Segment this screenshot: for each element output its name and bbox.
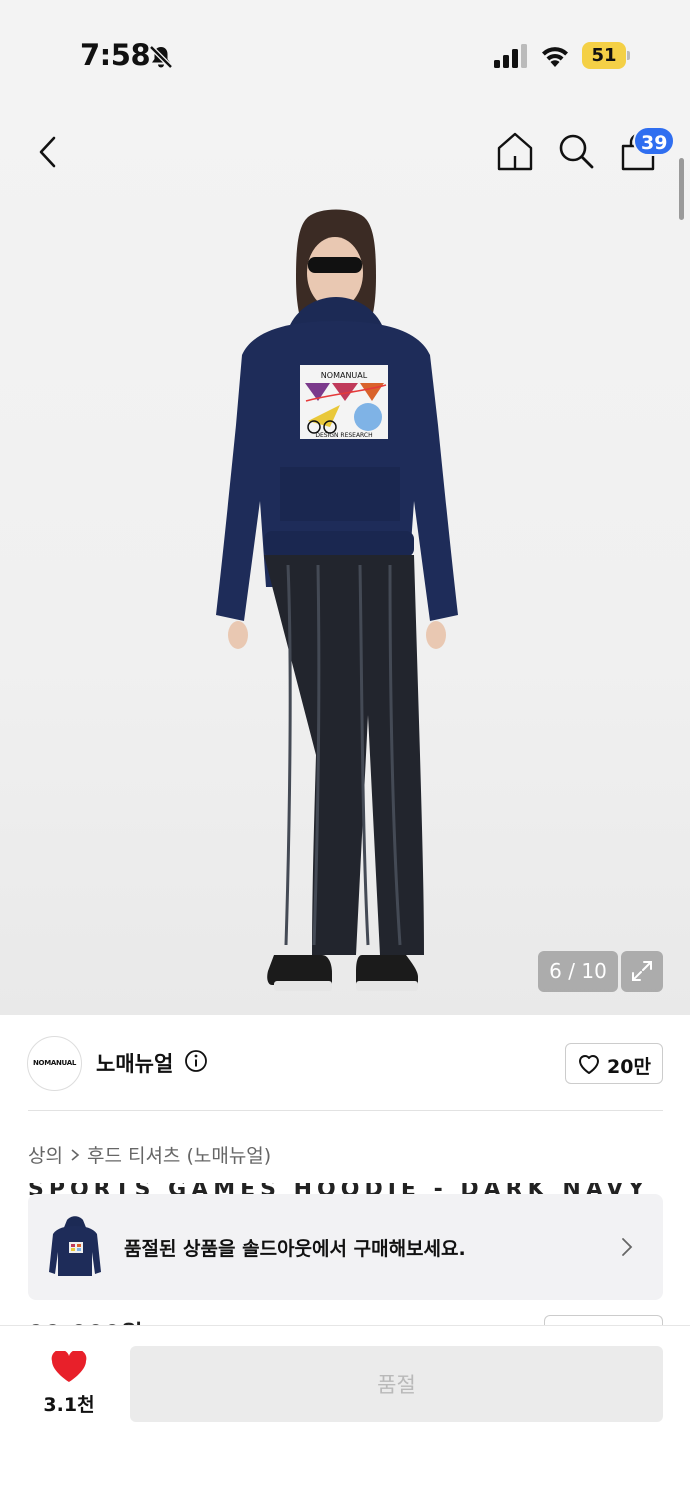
- chevron-right-icon: [71, 1149, 80, 1161]
- scrollbar-thumb[interactable]: [679, 158, 684, 220]
- status-bar: 7:58 51: [0, 0, 690, 110]
- product-image-gallery[interactable]: 39 NOMANUAL DESIGN RESEARCH 6 / 10: [0, 110, 690, 1015]
- bottom-action-bar: 3.1천 품절: [0, 1325, 690, 1500]
- wifi-icon: [542, 47, 568, 67]
- breadcrumb-subcategory[interactable]: 후드 티셔츠 (노매뉴얼): [87, 1145, 271, 1167]
- expand-icon: [632, 961, 652, 981]
- soldout-product-thumbnail: [49, 1216, 101, 1276]
- breadcrumb-category[interactable]: 상의: [28, 1145, 63, 1167]
- info-icon[interactable]: [184, 1049, 208, 1073]
- status-time: 7:58: [80, 38, 151, 72]
- image-page-counter: 6 / 10: [538, 951, 618, 992]
- soldout-banner[interactable]: 품절된 상품을 솔드아웃에서 구매해보세요.: [28, 1194, 663, 1300]
- battery-level: 51: [582, 42, 626, 69]
- breadcrumb: 상의 후드 티셔츠 (노매뉴얼): [28, 1141, 271, 1168]
- brand-name[interactable]: 노매뉴얼: [96, 1048, 173, 1078]
- search-icon[interactable]: [557, 132, 595, 170]
- wishlist-count: 3.1천: [43, 1394, 95, 1416]
- product-model-photo: NOMANUAL DESIGN RESEARCH: [216, 209, 458, 991]
- graphic-text-top: NOMANUAL: [321, 371, 368, 380]
- heart-outline-icon: [579, 1055, 599, 1074]
- battery-indicator: 51: [582, 42, 630, 69]
- brand-logo[interactable]: NOMANUAL: [27, 1036, 82, 1091]
- brand-row: NOMANUAL 노매뉴얼 20만: [0, 1015, 690, 1111]
- home-icon[interactable]: [495, 130, 535, 172]
- back-chevron-icon[interactable]: [30, 132, 66, 172]
- brand-like-button[interactable]: 20만: [565, 1043, 663, 1084]
- brand-like-count: 20만: [607, 1056, 651, 1078]
- heart-filled-icon[interactable]: [51, 1351, 87, 1383]
- expand-image-button[interactable]: [621, 951, 663, 992]
- bell-slash-icon: [149, 45, 173, 69]
- graphic-text-bottom: DESIGN RESEARCH: [315, 432, 372, 439]
- soldout-banner-text: 품절된 상품을 솔드아웃에서 구매해보세요.: [124, 1238, 466, 1260]
- divider: [28, 1110, 663, 1111]
- buy-button-soldout[interactable]: 품절: [130, 1346, 663, 1422]
- coupon-button[interactable]: [544, 1315, 663, 1325]
- cart-count-badge: 39: [633, 126, 676, 156]
- signal-icon: [494, 44, 527, 68]
- chevron-right-icon: [622, 1238, 633, 1256]
